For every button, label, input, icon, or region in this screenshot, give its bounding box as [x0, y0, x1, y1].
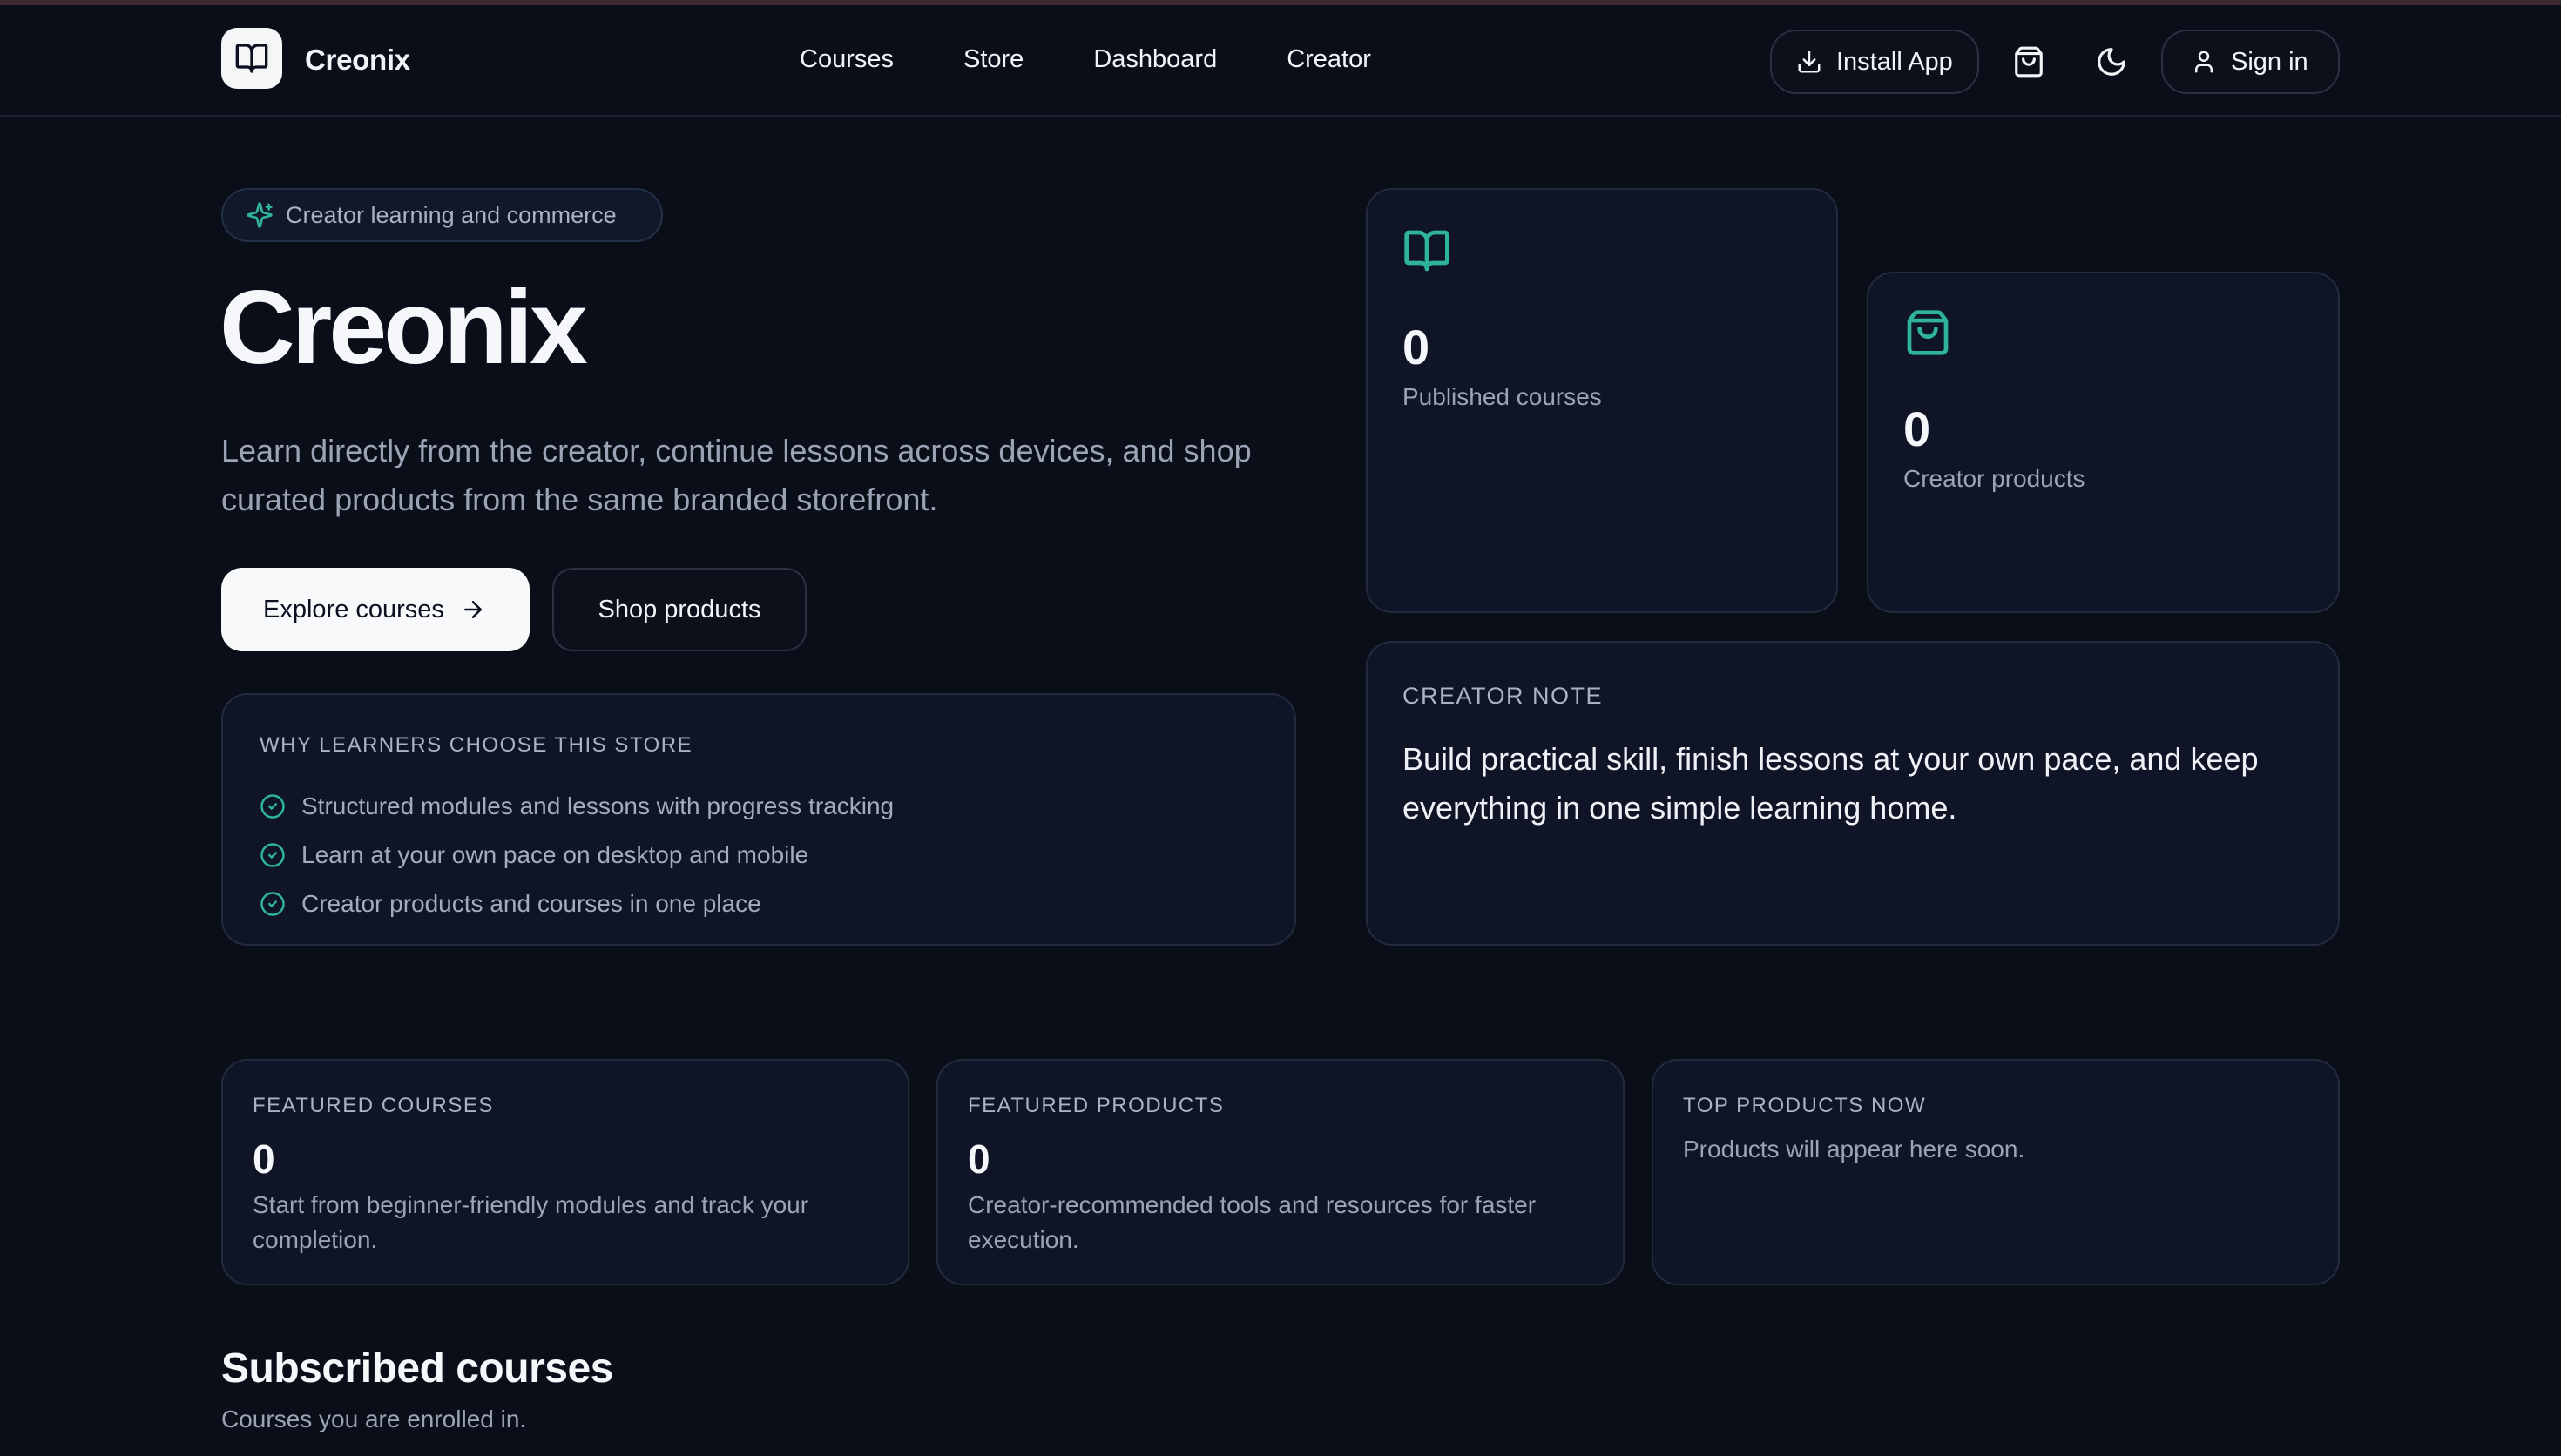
book-icon [1402, 226, 1451, 280]
moon-icon [2098, 48, 2125, 76]
list-item-label: Learn at your own pace on desktop and mo… [301, 841, 809, 868]
why-learners-list: Structured modules and lessons with prog… [260, 782, 894, 928]
list-item: Learn at your own pace on desktop and mo… [260, 831, 894, 880]
featured-courses-title: FEATURED COURSES [253, 1094, 494, 1117]
subscribed-courses-subtitle: Courses you are enrolled in. [221, 1405, 527, 1432]
hero-badge-label: Creator learning and commerce [286, 201, 617, 228]
book-icon [235, 44, 268, 73]
why-learners-title: WHY LEARNERS CHOOSE THIS STORE [260, 733, 693, 757]
shop-products-button[interactable]: Shop products [552, 568, 807, 651]
hero-title: Creonix [220, 269, 588, 386]
brand-name[interactable]: Creonix [305, 44, 410, 77]
explore-courses-button[interactable]: Explore courses [221, 568, 530, 651]
published-courses-stat-card: 0 Published courses [1366, 188, 1838, 613]
shopping-bag-icon [2015, 46, 2043, 78]
sign-in-label: Sign in [2231, 47, 2308, 76]
list-item-label: Creator products and courses in one plac… [301, 890, 761, 917]
featured-courses-description: Start from beginner-friendly modules and… [253, 1191, 809, 1253]
download-icon [1798, 51, 1821, 73]
arrow-right-icon [463, 601, 482, 618]
top-products-title: TOP PRODUCTS NOW [1683, 1094, 1927, 1117]
theme-toggle-button[interactable] [2091, 42, 2132, 82]
brand-logo[interactable] [221, 28, 282, 89]
creator-products-label: Creator products [1903, 465, 2085, 492]
list-item-label: Structured modules and lessons with prog… [301, 792, 895, 819]
featured-courses-card[interactable]: FEATURED COURSES 0 Start from beginner-f… [221, 1059, 909, 1285]
nav-store[interactable]: Store [963, 45, 1024, 74]
featured-products-description: Creator-recommended tools and resources … [968, 1191, 1537, 1253]
creator-products-count: 0 [1903, 401, 1931, 456]
featured-products-count: 0 [968, 1136, 990, 1182]
check-circle-icon [260, 794, 285, 819]
check-circle-icon [260, 843, 285, 867]
explore-courses-label: Explore courses [263, 595, 444, 624]
featured-courses-count: 0 [253, 1136, 275, 1182]
user-icon [2195, 51, 2213, 73]
published-courses-count: 0 [1402, 320, 1430, 374]
top-products-empty-message: Products will appear here soon. [1683, 1136, 2025, 1163]
nav-creator[interactable]: Creator [1287, 45, 1371, 74]
creator-note-title: CREATOR NOTE [1402, 683, 1604, 709]
install-app-button[interactable]: Install App [1770, 30, 1979, 94]
creator-note-card: CREATOR NOTE Build practical skill, fini… [1366, 641, 2340, 946]
check-circle-icon [260, 892, 285, 916]
nav-dashboard[interactable]: Dashboard [1093, 45, 1217, 74]
main-nav: Courses Store Dashboard Creator [800, 45, 1441, 74]
install-app-label: Install App [1836, 47, 1953, 76]
cart-button[interactable] [2009, 42, 2049, 82]
list-item: Creator products and courses in one plac… [260, 880, 894, 928]
hero-description: Learn directly from the creator, continu… [221, 433, 1252, 517]
list-item: Structured modules and lessons with prog… [260, 782, 894, 831]
sparkle-icon [247, 202, 273, 228]
creator-note-text: Build practical skill, finish lessons at… [1402, 741, 2259, 826]
top-products-card: TOP PRODUCTS NOW Products will appear he… [1652, 1059, 2340, 1285]
nav-courses[interactable]: Courses [800, 45, 894, 74]
sign-in-button[interactable]: Sign in [2161, 30, 2340, 94]
why-learners-card: WHY LEARNERS CHOOSE THIS STORE Structure… [221, 693, 1296, 946]
shopping-bag-icon [1903, 308, 1952, 361]
creator-products-stat-card: 0 Creator products [1867, 272, 2340, 613]
featured-products-title: FEATURED PRODUCTS [968, 1094, 1225, 1117]
featured-products-card[interactable]: FEATURED PRODUCTS 0 Creator-recommended … [936, 1059, 1625, 1285]
hero-badge: Creator learning and commerce [221, 188, 663, 242]
subscribed-courses-heading: Subscribed courses [221, 1345, 613, 1392]
published-courses-label: Published courses [1402, 383, 1602, 410]
site-header: Creonix Courses Store Dashboard Creator … [0, 5, 2561, 117]
